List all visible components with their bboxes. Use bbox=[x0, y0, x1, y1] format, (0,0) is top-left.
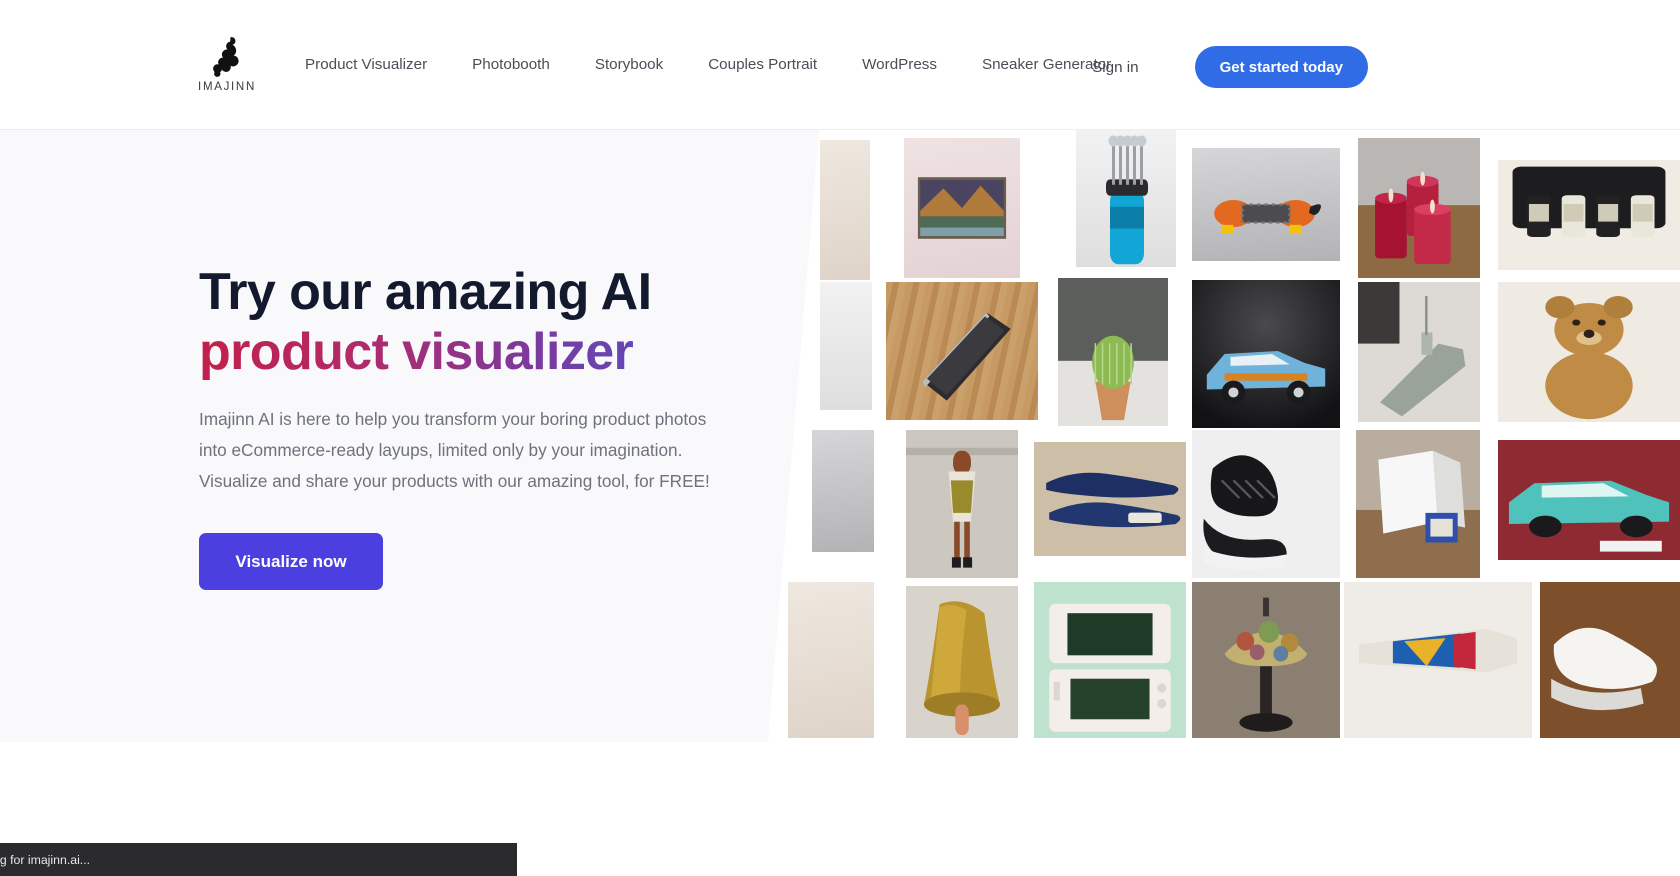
brand-logo[interactable]: IMAJINN bbox=[196, 36, 258, 102]
main-nav: Product Visualizer Photobooth Storybook … bbox=[305, 56, 1111, 73]
collage-tile-action-figure-doll bbox=[906, 430, 1018, 578]
collage-tile-toiletry-bottle-set bbox=[1498, 160, 1680, 270]
nav-item-wordpress[interactable]: WordPress bbox=[862, 56, 937, 73]
collage-tile-golf-club-bag bbox=[1076, 130, 1176, 267]
collage-tile-handheld-game-console bbox=[1034, 582, 1186, 738]
brand-wordmark: IMAJINN bbox=[198, 81, 256, 93]
browser-status-bar: ng for imajinn.ai... bbox=[0, 843, 517, 876]
get-started-button[interactable]: Get started today bbox=[1194, 46, 1368, 88]
sign-in-link[interactable]: Sign in bbox=[1092, 59, 1138, 76]
hero-copy: Try our amazing AI product visualizer Im… bbox=[199, 262, 739, 590]
collage-tile-grey-armchair bbox=[812, 430, 874, 552]
collage-tile-framed-landscape-painting bbox=[904, 138, 1020, 278]
nav-item-couples-portrait[interactable]: Couples Portrait bbox=[708, 56, 817, 73]
collage-tile-navy-canvas-sneakers bbox=[1034, 442, 1186, 556]
page-title: Try our amazing AI product visualizer bbox=[199, 262, 739, 382]
product-image-collage bbox=[768, 130, 1680, 742]
genie-lamp-spirit-logo-icon bbox=[213, 37, 239, 77]
collage-tile-red-pillar-candles bbox=[1358, 138, 1480, 278]
visualize-now-button[interactable]: Visualize now bbox=[199, 533, 383, 590]
collage-tile-white-sneaker-on-wood bbox=[1540, 582, 1680, 738]
collage-tile-cricket-bat-sticker bbox=[1344, 582, 1532, 738]
collage-tile-door-frame-strip bbox=[820, 140, 870, 280]
collage-tile-wall-corner-strip bbox=[820, 282, 872, 410]
collage-tile-model-submarine bbox=[1358, 282, 1480, 422]
status-bar-text: ng for imajinn.ai... bbox=[0, 852, 91, 867]
nav-item-storybook[interactable]: Storybook bbox=[595, 56, 663, 73]
collage-tile-vintage-teal-car-sign bbox=[1498, 440, 1680, 560]
collage-tile-smartphone-on-wood bbox=[886, 282, 1038, 420]
collage-tile-teddy-bear bbox=[1498, 282, 1680, 422]
nav-item-product-visualizer[interactable]: Product Visualizer bbox=[305, 56, 427, 73]
collage-tile-stained-glass-lamp bbox=[1192, 582, 1340, 738]
headline-line-1: Try our amazing AI bbox=[199, 263, 652, 321]
collage-tile-console-box-unboxing bbox=[1356, 430, 1480, 578]
collage-tile-black-basketball-shoes bbox=[1192, 430, 1340, 578]
collage-tile-wood-table-window bbox=[788, 582, 874, 738]
headline-line-2: product visualizer bbox=[199, 322, 739, 382]
collage-tile-cactus-in-terracotta-pot bbox=[1058, 278, 1168, 426]
header-actions: Sign in Get started today bbox=[1092, 46, 1680, 88]
site-header: IMAJINN Product Visualizer Photobooth St… bbox=[0, 0, 1680, 130]
collage-tile-brass-bell bbox=[906, 586, 1018, 738]
collage-tile-diecast-blue-muscle-car bbox=[1192, 280, 1340, 428]
nav-item-photobooth[interactable]: Photobooth bbox=[472, 56, 550, 73]
collage-tile-toy-dog-slinky bbox=[1192, 148, 1340, 261]
hero-paragraph: Imajinn AI is here to help you transform… bbox=[199, 409, 710, 491]
page-root: IMAJINN Product Visualizer Photobooth St… bbox=[0, 0, 1680, 876]
hero-section: Try our amazing AI product visualizer Im… bbox=[0, 130, 1680, 742]
